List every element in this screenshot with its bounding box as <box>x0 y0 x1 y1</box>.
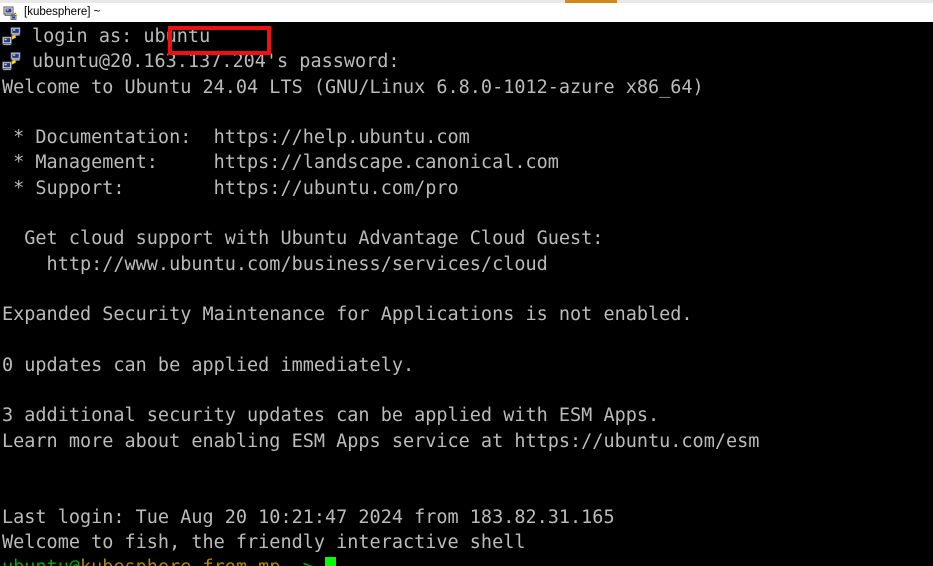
terminal-line-updates: 0 updates can be applied immediately. <box>2 354 415 376</box>
prompt-host: kubesphere-from-mp <box>80 557 280 566</box>
terminal-line-login-as: login as: ubuntu <box>2 24 933 49</box>
terminal-line-cloud-url: http://www.ubuntu.com/business/services/… <box>2 253 548 275</box>
terminal-line-learn-more: Learn more about enabling ESM Apps servi… <box>2 430 760 452</box>
window-title: [kubesphere] ~ <box>24 6 101 18</box>
terminal-body[interactable]: login as: ubuntu ubuntu@20.163.137.204's… <box>0 22 933 566</box>
putty-icon <box>3 5 19 21</box>
terminal-line-last-login: Last login: Tue Aug 20 10:21:47 2024 fro… <box>2 506 615 528</box>
prompt-at-symbol: @ <box>69 557 80 566</box>
terminal-line-cloud-support: Get cloud support with Ubuntu Advantage … <box>2 228 604 250</box>
terminal-line-fish-welcome: Welcome to fish, the friendly interactiv… <box>2 531 526 553</box>
prompt-user: ubuntu <box>2 557 69 566</box>
terminal-line-esm-notice: Expanded Security Maintenance for Applic… <box>2 304 693 326</box>
terminal-line-security-updates: 3 additional security updates can be app… <box>2 405 660 427</box>
window-titlebar[interactable]: [kubesphere] ~ <box>0 3 933 22</box>
terminal-line-welcome: Welcome to Ubuntu 24.04 LTS (GNU/Linux 6… <box>2 76 704 98</box>
terminal-text-login-as: login as: ubuntu <box>32 26 211 47</box>
prompt-path: ~> <box>280 557 314 566</box>
terminal-line-support: * Support: https://ubuntu.com/pro <box>2 177 459 199</box>
terminal-line-documentation: * Documentation: https://help.ubuntu.com <box>2 127 470 149</box>
terminal-line-password: ubuntu@20.163.137.204's password: <box>2 49 933 74</box>
putty-terminal-window: [kubesphere] ~ login as: ubuntu ubuntu@2… <box>0 0 933 566</box>
terminal-line-management: * Management: https://landscape.canonica… <box>2 152 559 174</box>
network-connection-icon <box>2 26 24 47</box>
terminal-prompt-line[interactable]: ubuntu@kubesphere-from-mp ~> <box>2 555 933 566</box>
terminal-cursor <box>325 557 337 566</box>
terminal-text-password: ubuntu@20.163.137.204's password: <box>32 51 400 73</box>
network-connection-icon <box>2 51 24 72</box>
